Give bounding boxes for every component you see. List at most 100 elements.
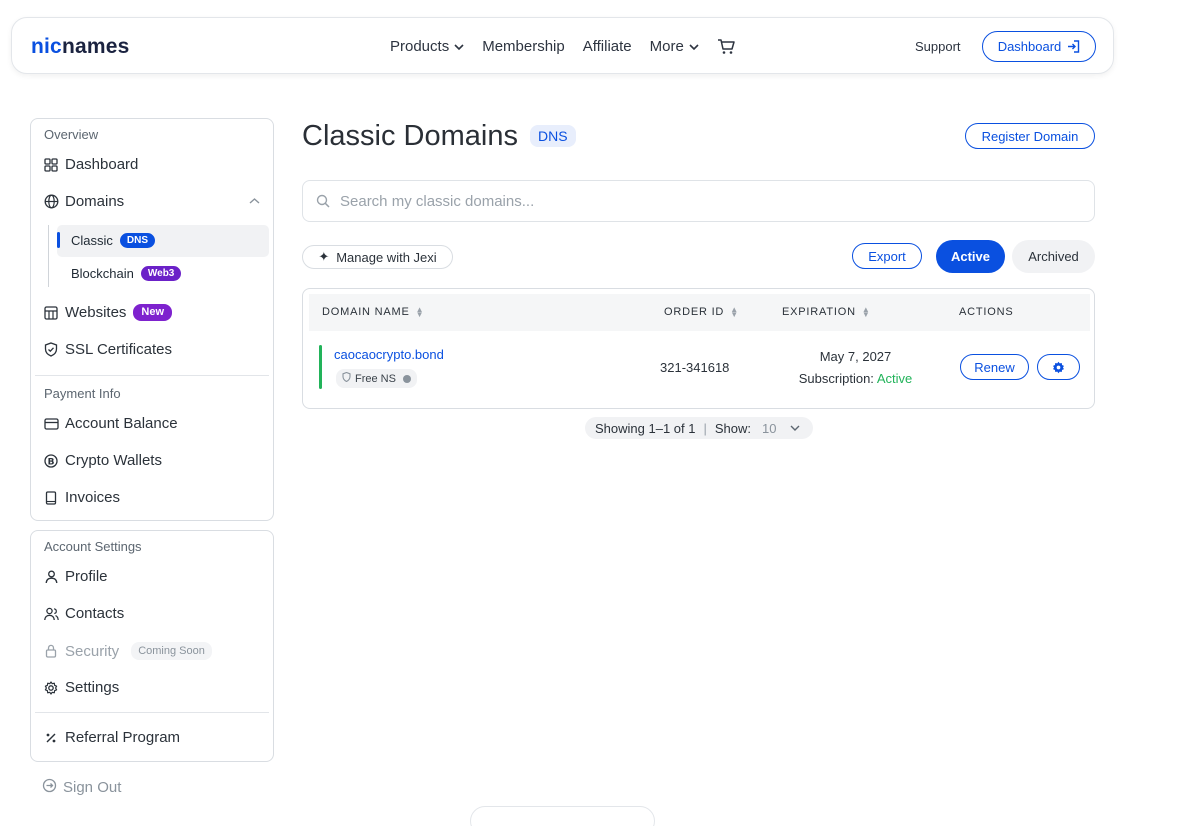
sidebar-item-label: Referral Program: [65, 729, 181, 746]
subscription-status-value: Active: [876, 371, 913, 386]
column-header-label: ORDER ID: [664, 306, 725, 318]
cart-button[interactable]: [717, 38, 735, 55]
chevron-up-icon[interactable]: [249, 197, 260, 205]
column-header-label: ACTIONS: [959, 306, 1014, 318]
floating-pill[interactable]: [470, 806, 655, 826]
pagination-summary: Showing 1–1 of 1: [595, 420, 696, 436]
sign-out-label: Sign Out: [63, 779, 122, 796]
dns-badge: DNS: [119, 233, 156, 248]
logo[interactable]: nicnames: [31, 35, 130, 59]
sidebar-subitem-blockchain[interactable]: Blockchain Web3: [71, 266, 182, 281]
domains-table: DOMAIN NAME ▲ ▼ ORDER ID ▲ ▼ EXPIRATION ▲ ▼…: [302, 288, 1095, 409]
nav-more[interactable]: More: [650, 38, 699, 55]
pagination-bar: Showing 1–1 of 1 | Show: 10: [585, 417, 813, 439]
sign-out-icon: [42, 778, 57, 797]
info-icon[interactable]: [402, 374, 411, 383]
pagination-separator: |: [703, 420, 707, 436]
section-label-overview: Overview: [44, 127, 99, 142]
export-button[interactable]: Export: [852, 243, 922, 269]
nav-membership-label: Membership: [482, 38, 565, 55]
sidebar-item-profile[interactable]: Profile: [43, 568, 108, 585]
sidebar-item-crypto-wallets[interactable]: B Crypto Wallets: [43, 452, 162, 469]
column-header-domain[interactable]: DOMAIN NAME ▲ ▼: [322, 305, 425, 319]
sidebar-item-label: Dashboard: [65, 156, 139, 173]
globe-icon: [43, 194, 59, 210]
chevron-down-icon[interactable]: [790, 424, 800, 432]
search-input[interactable]: Search my classic domains...: [302, 180, 1095, 222]
column-header-label: EXPIRATION: [782, 306, 856, 318]
tab-active[interactable]: Active: [936, 240, 1005, 273]
nav-affiliate[interactable]: Affiliate: [583, 38, 632, 55]
nav-membership[interactable]: Membership: [482, 38, 565, 55]
sort-icon: ▲ ▼: [415, 305, 425, 319]
sidebar-item-label: Profile: [65, 568, 108, 585]
sidebar-divider: [35, 712, 269, 713]
nav-products-label: Products: [390, 38, 450, 55]
sidebar-item-account-balance[interactable]: Account Balance: [43, 415, 178, 432]
support-link[interactable]: Support: [915, 39, 961, 54]
search-placeholder: Search my classic domains...: [340, 192, 535, 210]
sidebar-item-label: Settings: [65, 679, 120, 696]
sidebar-item-label: Invoices: [65, 489, 121, 506]
sidebar-item-label: Websites: [65, 304, 127, 321]
sidebar-settings-panel: Account Settings Profile Contacts Securi…: [30, 530, 274, 762]
expiration-date: May 7, 2027: [819, 349, 892, 364]
manage-with-jexi-button[interactable]: ✦ Manage with Jexi: [302, 245, 453, 269]
lock-icon: [43, 643, 59, 659]
column-header-expiration[interactable]: EXPIRATION ▲ ▼: [782, 305, 871, 319]
gear-icon: [1053, 361, 1064, 373]
sidebar-item-label: Crypto Wallets: [65, 452, 162, 469]
sidebar-main-panel: Overview Dashboard Domains Classic DNS B…: [30, 118, 274, 521]
sidebar-item-invoices[interactable]: Invoices: [43, 489, 120, 506]
free-ns-label: Free NS: [355, 372, 396, 385]
sidebar-item-ssl[interactable]: SSL Certificates: [43, 341, 172, 358]
nav-products[interactable]: Products: [390, 38, 464, 55]
sidebar-item-domains[interactable]: Domains: [43, 193, 263, 210]
section-label-account-settings: Account Settings: [44, 539, 142, 554]
page-title: Classic Domains: [302, 120, 518, 152]
users-icon: [43, 606, 59, 622]
sign-out-button[interactable]: Sign Out: [42, 778, 121, 797]
nav-affiliate-label: Affiliate: [582, 38, 632, 55]
sidebar-item-websites[interactable]: Websites New: [43, 304, 173, 321]
card-icon: [43, 416, 59, 432]
sidebar-item-contacts[interactable]: Contacts: [43, 605, 124, 622]
column-header-order[interactable]: ORDER ID ▲ ▼: [664, 306, 739, 319]
logo-accent: nic: [31, 35, 62, 58]
renew-button[interactable]: Renew: [960, 354, 1029, 380]
subscription-status: Subscription: Active: [773, 371, 938, 386]
page-size-select[interactable]: 10: [762, 421, 776, 436]
percent-icon: [43, 730, 59, 746]
svg-text:B: B: [48, 457, 55, 467]
login-icon: [1068, 40, 1080, 53]
status-indicator: [319, 345, 322, 389]
tab-archived[interactable]: Archived: [1012, 240, 1095, 273]
submenu-line: [48, 225, 49, 287]
submenu-active-indicator: [57, 232, 60, 248]
chevron-down-icon: [454, 43, 464, 50]
sidebar-subitem-classic[interactable]: Classic DNS: [71, 233, 156, 248]
cart-icon: [717, 38, 735, 54]
shield-icon: [342, 371, 351, 385]
chevron-down-icon: [689, 43, 699, 50]
sort-icon: ▲ ▼: [861, 305, 871, 319]
book-icon: [43, 490, 59, 506]
free-ns-badge: Free NS: [336, 369, 417, 388]
sidebar-item-settings[interactable]: Settings: [43, 679, 119, 696]
register-domain-button[interactable]: Register Domain: [965, 123, 1095, 149]
subscription-label: Subscription:: [798, 371, 874, 386]
sidebar-item-referral[interactable]: Referral Program: [43, 729, 180, 746]
domain-link[interactable]: caocaocrypto.bond: [334, 347, 444, 362]
sidebar-item-label: Security: [65, 642, 120, 660]
dashboard-button[interactable]: Dashboard: [982, 31, 1096, 62]
title-dns-badge: DNS: [530, 125, 576, 147]
order-id: 321-341618: [660, 360, 730, 375]
sidebar-item-dashboard[interactable]: Dashboard: [43, 156, 138, 173]
sidebar-item-label: Domains: [65, 193, 125, 210]
sidebar-item-label: Account Balance: [65, 415, 178, 432]
section-label-payment: Payment Info: [44, 386, 121, 401]
top-navbar: nicnames Products Membership Affiliate M…: [11, 17, 1114, 74]
sidebar-subitem-label: Blockchain: [71, 266, 134, 281]
sidebar-item-security: Security Coming Soon: [43, 642, 212, 660]
domain-settings-button[interactable]: [1037, 354, 1080, 380]
